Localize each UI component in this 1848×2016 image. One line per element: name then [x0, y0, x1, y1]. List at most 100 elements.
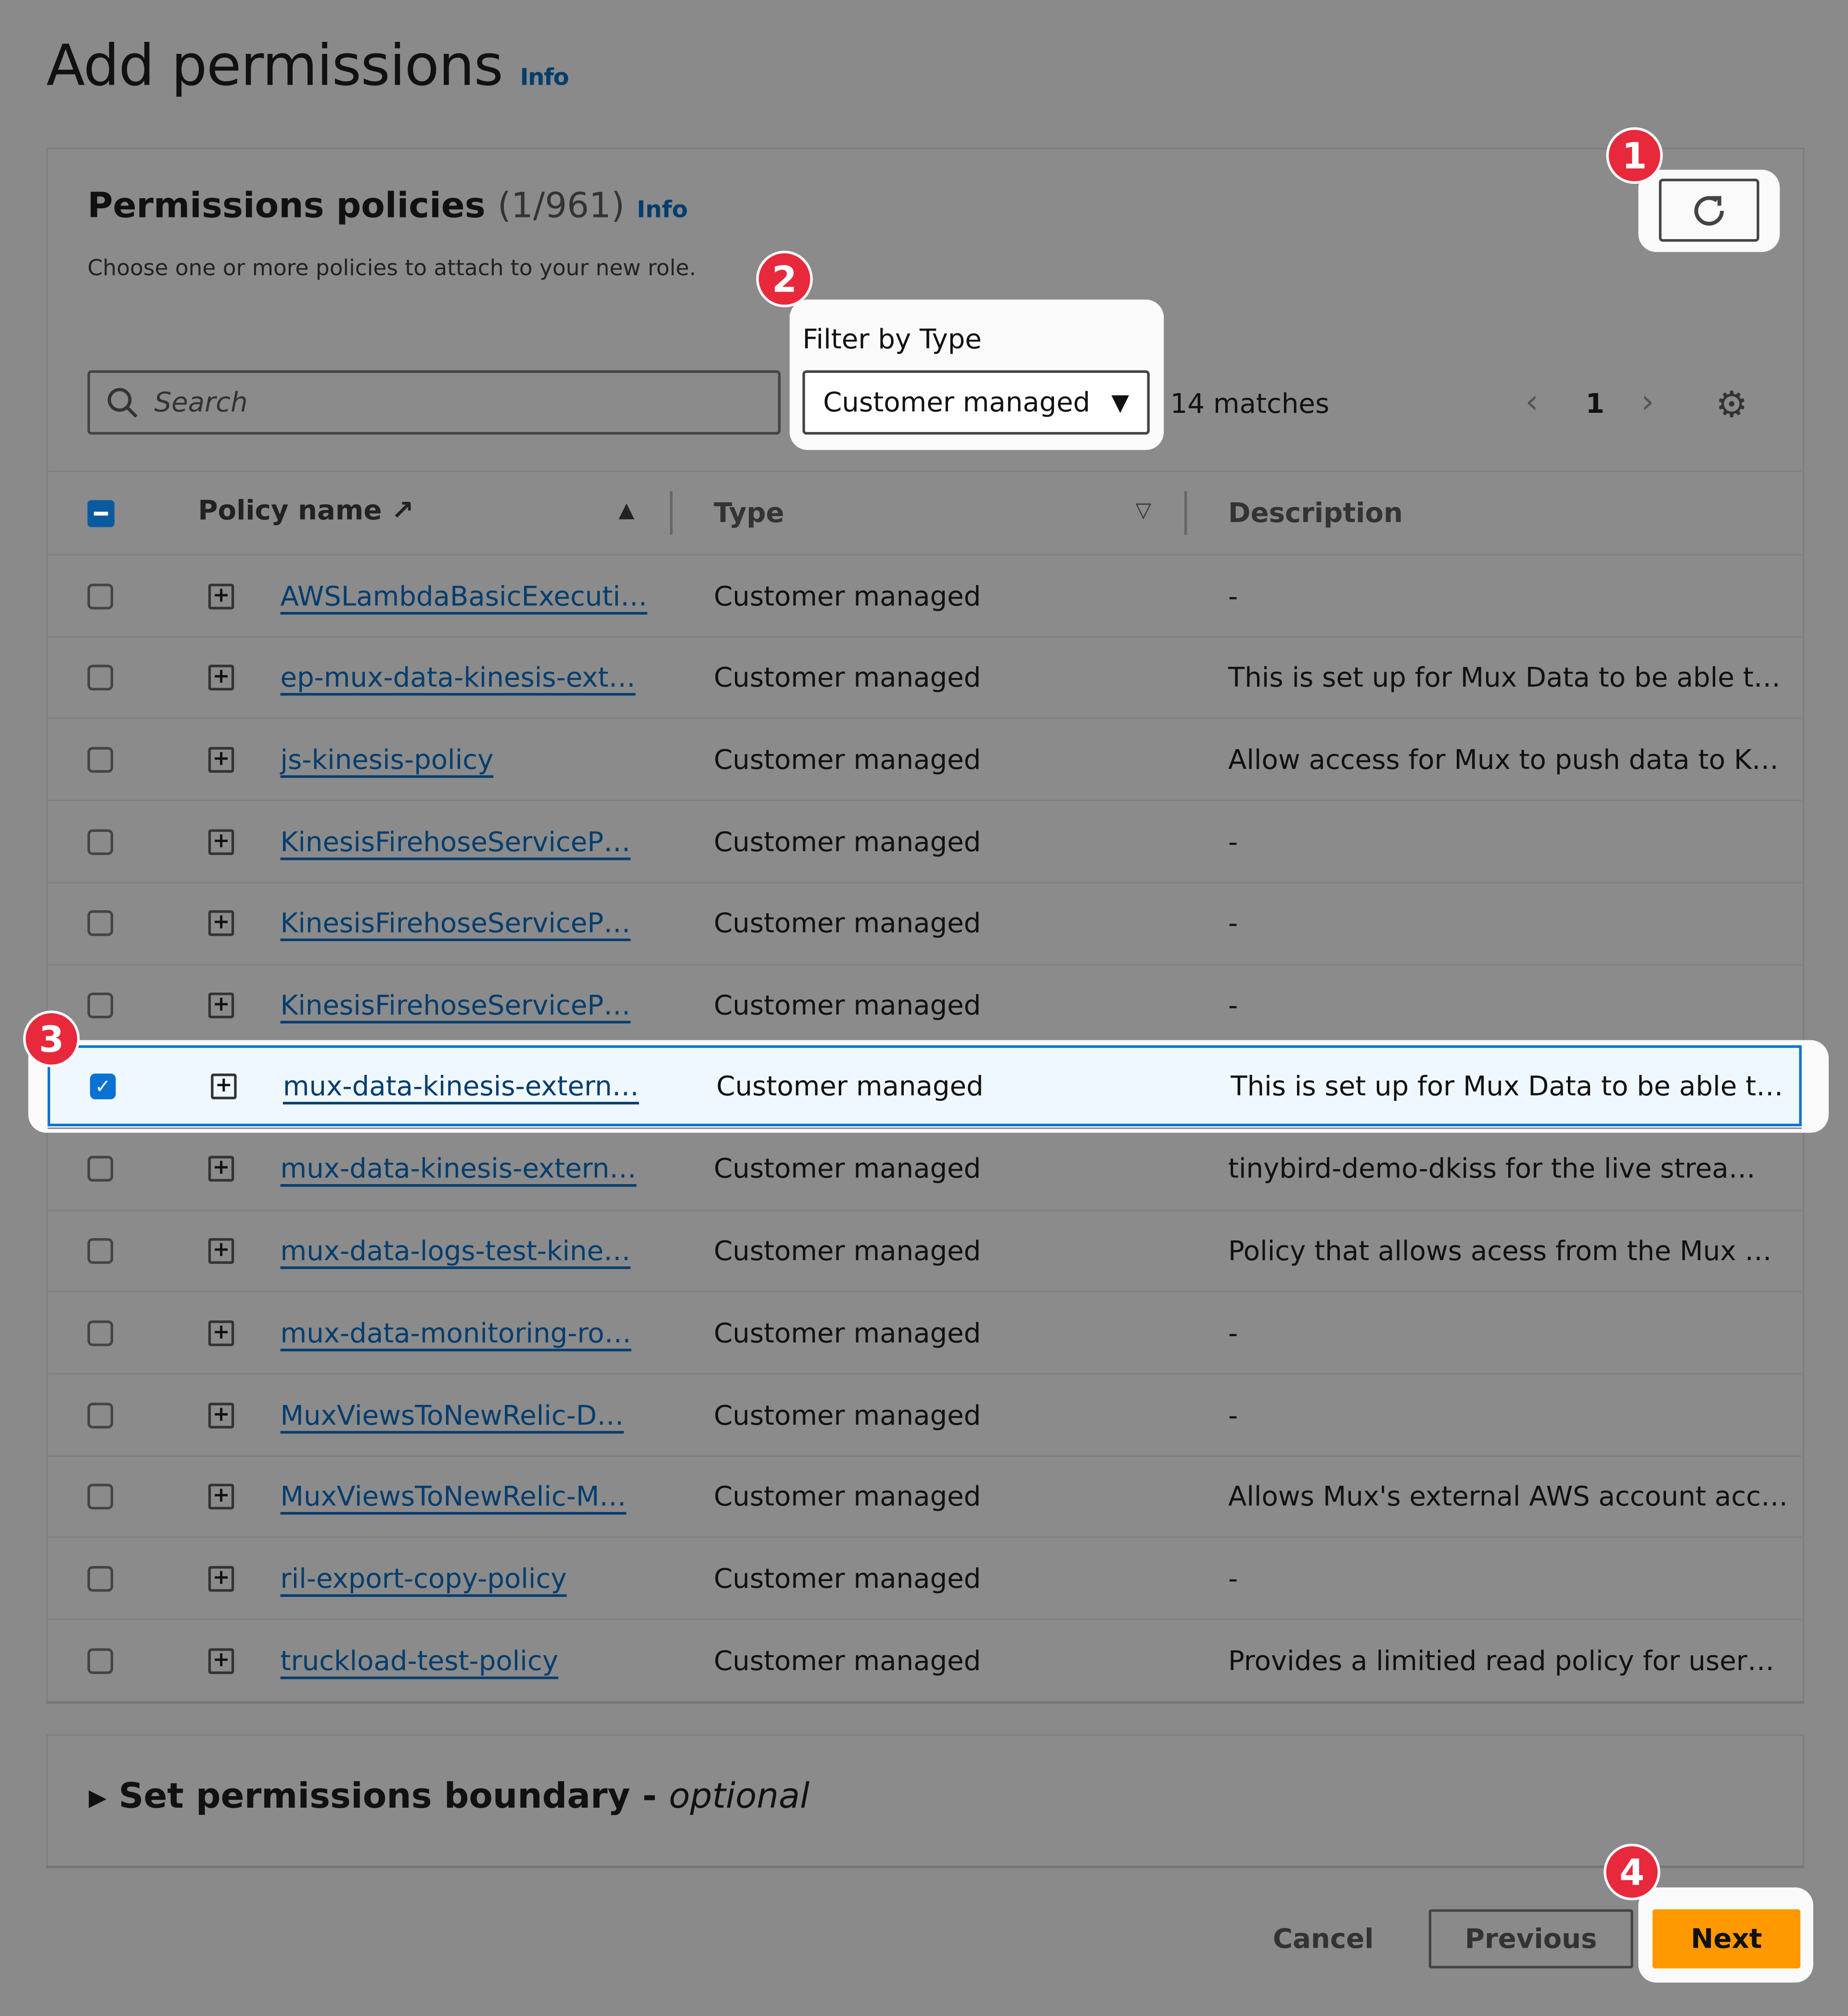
policy-name-link[interactable]: ril-export-copy-policy	[281, 1563, 567, 1594]
table-row[interactable]: + MuxViewsToNewRelic-D… Customer managed -	[47, 1373, 1802, 1455]
policy-description: Allows Mux's external AWS account acc…	[1228, 1481, 1788, 1513]
cancel-button[interactable]: Cancel	[1255, 1909, 1391, 1968]
next-page-icon[interactable]: ›	[1641, 383, 1655, 421]
row-checkbox[interactable]	[87, 583, 114, 609]
policy-type: Customer managed	[714, 1317, 981, 1349]
policy-type: Customer managed	[714, 1154, 981, 1185]
section-title: Permissions policies (1/961) Info	[87, 186, 688, 227]
table-row[interactable]: + AWSLambdaBasicExecuti… Customer managed -	[47, 554, 1802, 637]
policy-type: Customer managed	[714, 1563, 981, 1595]
step-badge-3: 3	[23, 1010, 80, 1067]
expand-icon[interactable]: +	[208, 583, 234, 609]
policy-name-link[interactable]: KinesisFirehoseServiceP…	[281, 908, 631, 939]
gear-icon[interactable]: ⚙	[1716, 383, 1748, 425]
sort-icon[interactable]: ▽	[1136, 498, 1152, 522]
column-divider	[1184, 491, 1187, 535]
table-row[interactable]: + truckload-test-policy Customer managed Pr…	[47, 1619, 1802, 1701]
filter-type-select[interactable]: Customer managed ▼	[802, 370, 1150, 435]
policy-name-link[interactable]: AWSLambdaBasicExecuti…	[281, 580, 648, 611]
expand-icon[interactable]: +	[208, 1484, 234, 1510]
row-checkbox[interactable]	[87, 1647, 114, 1674]
expand-icon[interactable]: +	[208, 910, 234, 937]
row-checkbox[interactable]	[87, 1402, 114, 1428]
policy-name-link[interactable]: truckload-test-policy	[281, 1645, 558, 1676]
policy-description: Provides a limitied read policy for user…	[1228, 1645, 1775, 1676]
table-row[interactable]: ✓ + mux-data-kinesis-extern… Customer manag…	[47, 1045, 1802, 1127]
row-checkbox[interactable]	[87, 992, 114, 1019]
permissions-boundary-panel[interactable]: ▶ Set permissions boundary - optional	[46, 1734, 1805, 1868]
policy-name-link[interactable]: KinesisFirehoseServiceP…	[281, 990, 631, 1021]
table-row[interactable]: + js-kinesis-policy Customer managed Allow …	[47, 718, 1802, 800]
row-checkbox[interactable]	[87, 1566, 114, 1592]
expand-icon[interactable]: +	[208, 1320, 234, 1346]
policy-name-link[interactable]: KinesisFirehoseServiceP…	[281, 826, 631, 857]
policy-description: Allow access for Mux to push data to K…	[1228, 744, 1779, 776]
next-button[interactable]: Next	[1652, 1909, 1801, 1969]
table-row[interactable]: + MuxViewsToNewRelic-M… Customer managed Al…	[47, 1455, 1802, 1537]
row-checkbox[interactable]	[87, 1484, 114, 1510]
policy-name-link[interactable]: mux-data-kinesis-extern…	[283, 1071, 639, 1101]
expand-icon[interactable]: +	[208, 747, 234, 773]
info-link[interactable]: Info	[520, 64, 569, 91]
policy-name-link[interactable]: MuxViewsToNewRelic-D…	[281, 1400, 624, 1430]
policy-description: Policy that allows acess from the Mux …	[1228, 1236, 1772, 1267]
table-row[interactable]: + mux-data-kinesis-extern… Customer manage…	[47, 1127, 1802, 1210]
policies-info-link[interactable]: Info	[637, 197, 688, 224]
table-row[interactable]: + ril-export-copy-policy Customer managed -	[47, 1537, 1802, 1619]
expand-icon[interactable]: +	[208, 1566, 234, 1592]
expand-icon[interactable]: +	[208, 1647, 234, 1674]
expand-icon[interactable]: +	[211, 1073, 237, 1099]
boundary-toggle[interactable]: ▶ Set permissions boundary - optional	[89, 1777, 809, 1817]
row-checkbox[interactable]: ✓	[90, 1073, 116, 1099]
row-checkbox[interactable]	[87, 665, 114, 691]
policy-type: Customer managed	[714, 580, 981, 612]
column-description[interactable]: Description	[1228, 498, 1403, 528]
policy-type: Customer managed	[714, 1481, 981, 1513]
policy-type: Customer managed	[714, 744, 981, 776]
policy-description: -	[1228, 580, 1238, 612]
table-row[interactable]: + KinesisFirehoseServiceP… Customer manage…	[47, 881, 1802, 964]
expand-icon[interactable]: +	[208, 665, 234, 691]
refresh-button[interactable]	[1659, 179, 1759, 242]
row-checkbox[interactable]	[87, 829, 114, 855]
sort-ascending-icon[interactable]: ▲	[618, 498, 634, 522]
prev-page-icon[interactable]: ‹	[1525, 383, 1539, 421]
step-badge-2: 2	[756, 251, 813, 307]
expand-icon[interactable]: +	[208, 1402, 234, 1428]
policy-type: Customer managed	[714, 1236, 981, 1267]
row-checkbox[interactable]	[87, 747, 114, 773]
policy-name-link[interactable]: js-kinesis-policy	[281, 744, 494, 775]
expand-icon[interactable]: +	[208, 1156, 234, 1182]
table-row[interactable]: + mux-data-monitoring-ro… Customer managed…	[47, 1291, 1802, 1374]
table-row[interactable]: + ep-mux-data-kinesis-ext… Customer manage…	[47, 636, 1802, 718]
row-checkbox[interactable]	[87, 1238, 114, 1264]
policy-name-link[interactable]: mux-data-logs-test-kine…	[281, 1236, 631, 1266]
policy-type: Customer managed	[716, 1071, 984, 1102]
row-checkbox[interactable]	[87, 1156, 114, 1182]
policy-name-link[interactable]: ep-mux-data-kinesis-ext…	[281, 663, 636, 693]
column-policy-name[interactable]: Policy name ↗	[198, 495, 414, 526]
policy-name-link[interactable]: MuxViewsToNewRelic-M…	[281, 1481, 627, 1512]
column-type[interactable]: Type	[714, 498, 784, 528]
step-badge-4: 4	[1604, 1843, 1660, 1901]
expand-icon[interactable]: +	[208, 1238, 234, 1264]
expand-icon[interactable]: +	[208, 992, 234, 1019]
policy-name-link[interactable]: mux-data-kinesis-extern…	[281, 1154, 637, 1185]
policy-type: Customer managed	[714, 826, 981, 857]
select-all-checkbox[interactable]	[87, 500, 115, 527]
row-checkbox[interactable]	[87, 1320, 114, 1346]
filter-label: Filter by Type	[802, 324, 982, 355]
page-number[interactable]: 1	[1586, 388, 1604, 419]
table-row[interactable]: + mux-data-logs-test-kine… Customer manage…	[47, 1209, 1802, 1291]
policy-name-link[interactable]: mux-data-monitoring-ro…	[281, 1317, 631, 1348]
table-header: Policy name ↗ ▲ Type ▽ Description	[47, 471, 1802, 554]
policy-type: Customer managed	[714, 662, 981, 693]
table-row[interactable]: + KinesisFirehoseServiceP… Customer manage…	[47, 963, 1802, 1046]
expand-icon[interactable]: +	[208, 829, 234, 855]
search-input[interactable]: Search	[87, 370, 781, 435]
previous-button[interactable]: Previous	[1428, 1909, 1633, 1969]
policy-type: Customer managed	[714, 1399, 981, 1430]
row-checkbox[interactable]	[87, 910, 114, 937]
table-row[interactable]: + KinesisFirehoseServiceP… Customer manage…	[47, 800, 1802, 882]
policy-description: -	[1228, 1399, 1238, 1430]
